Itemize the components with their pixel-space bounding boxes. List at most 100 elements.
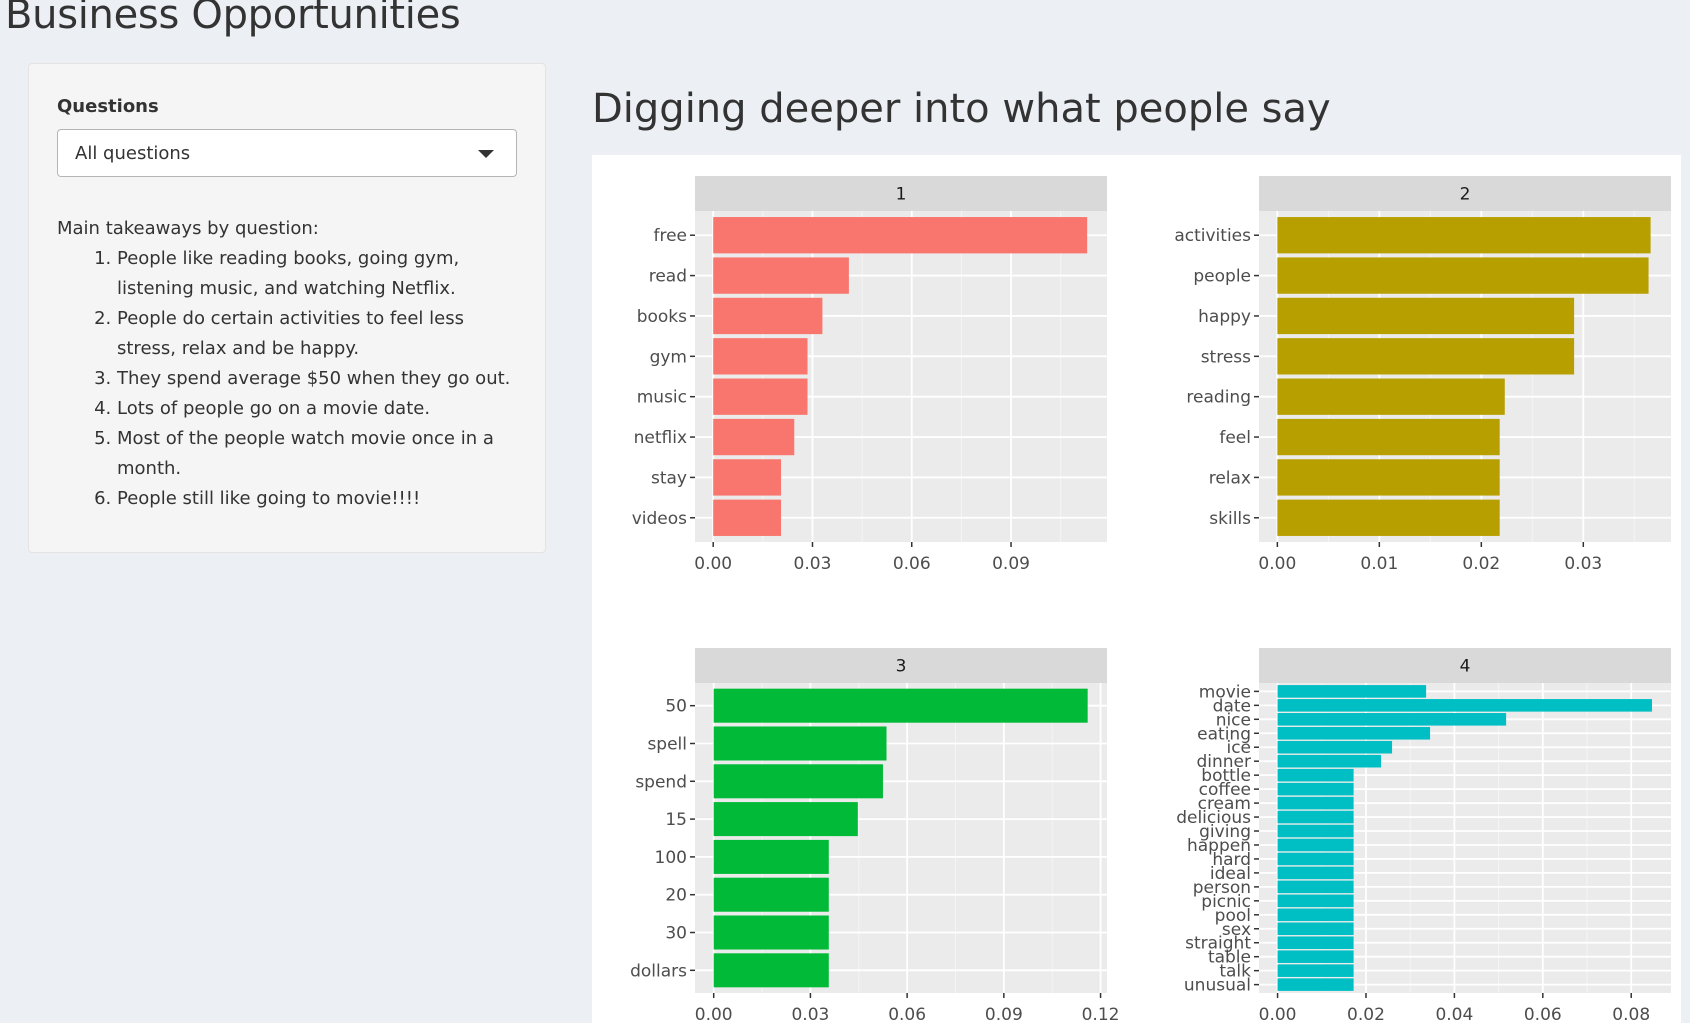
main-heading: Digging deeper into what people say [592, 86, 1331, 132]
y-tick-label: stay [651, 468, 687, 488]
bar [1277, 726, 1431, 740]
bar [713, 839, 829, 874]
takeaway-item: People do certain activities to feel les… [117, 304, 527, 364]
takeaway-item: People still like going to movie!!!! [117, 484, 527, 514]
x-tick-label: 0.12 [1082, 1005, 1120, 1023]
y-tick-label: books [637, 307, 687, 327]
y-tick-label: 20 [665, 886, 687, 906]
bar [1277, 378, 1505, 415]
x-tick-label: 0.06 [893, 554, 931, 574]
x-tick-label: 0.09 [985, 1005, 1023, 1023]
x-tick-label: 0.03 [1564, 554, 1602, 574]
y-tick-label: gym [650, 347, 687, 367]
y-tick-label: stress [1201, 347, 1251, 367]
facet-plot-svg: 1 free read books gym music netflix stay videos 0… [630, 176, 1671, 1023]
x-tick-label: 0.02 [1462, 554, 1500, 574]
bar [713, 459, 782, 496]
bar [1277, 852, 1354, 866]
x-tick-label: 0.00 [1259, 1005, 1297, 1023]
bar [1277, 699, 1652, 712]
app-title: Business Opportunities [5, 0, 461, 38]
bar [713, 297, 823, 335]
chevron-down-icon[interactable] [478, 150, 494, 158]
bar [1277, 754, 1382, 768]
y-tick-label: relax [1209, 468, 1251, 488]
bar [713, 688, 1088, 723]
facet-strip-label: 1 [896, 185, 907, 205]
y-tick-label: 100 [655, 848, 687, 868]
bar [1277, 880, 1354, 894]
x-tick-label: 0.00 [694, 554, 732, 574]
bar [1277, 499, 1500, 536]
bar [1277, 866, 1354, 880]
x-tick-label: 0.06 [1524, 1005, 1562, 1023]
bar [1277, 685, 1427, 698]
facet-plot: 1 free read books gym music netflix stay videos 0… [592, 155, 1681, 1023]
y-tick-label: dollars [630, 961, 687, 981]
y-tick-label: people [1193, 267, 1251, 287]
y-tick-label: videos [632, 509, 687, 529]
bar [713, 338, 808, 375]
y-tick-label: spell [647, 734, 687, 754]
bar [713, 499, 782, 536]
x-tick-label: 0.01 [1360, 554, 1398, 574]
y-tick-label: reading [1186, 388, 1251, 408]
takeaways-title: Main takeaways by question: [57, 218, 319, 239]
bar [1277, 740, 1393, 754]
y-tick-label: netflix [634, 428, 687, 448]
y-tick-label: unusual [1184, 976, 1251, 996]
bar [713, 953, 829, 988]
bar [713, 418, 795, 456]
bar [1277, 338, 1575, 375]
takeaway-item: People like reading books, going gym, li… [117, 244, 527, 304]
bar [1277, 796, 1354, 810]
takeaways-list: People like reading books, going gym, li… [57, 244, 527, 514]
x-tick-label: 0.03 [791, 1005, 829, 1023]
bar [1277, 257, 1649, 294]
y-tick-label: spend [635, 772, 687, 792]
y-tick-label: feel [1219, 428, 1251, 448]
bar [1277, 922, 1354, 936]
bar [713, 378, 808, 415]
y-tick-label: free [653, 226, 687, 246]
questions-select-value: All questions [75, 143, 191, 164]
y-tick-label: music [637, 388, 687, 408]
facet-strip-label: 3 [896, 657, 907, 677]
bar [1277, 297, 1575, 335]
questions-select[interactable]: All questions [57, 129, 517, 177]
x-tick-label: 0.08 [1612, 1005, 1650, 1023]
x-tick-label: 0.00 [1258, 554, 1296, 574]
x-tick-label: 0.04 [1435, 1005, 1473, 1023]
y-tick-label: 30 [665, 924, 687, 944]
y-tick-label: happy [1198, 307, 1251, 327]
bar [713, 802, 858, 837]
bar [713, 217, 1088, 254]
bar [1277, 908, 1354, 922]
bar [1277, 810, 1354, 824]
takeaway-item: Lots of people go on a movie date. [117, 394, 527, 424]
facet-strip-label: 2 [1460, 185, 1471, 205]
bar [1277, 418, 1500, 456]
y-tick-label: skills [1209, 509, 1251, 529]
bar [1277, 713, 1507, 726]
takeaways: Main takeaways by question: People like … [57, 214, 527, 514]
bar [713, 915, 829, 950]
bar [1277, 838, 1354, 852]
y-tick-label: 50 [665, 697, 687, 717]
x-tick-label: 0.02 [1347, 1005, 1385, 1023]
takeaway-item: Most of the people watch movie once in a… [117, 424, 527, 484]
bar [713, 257, 849, 294]
bar [1277, 936, 1354, 950]
bar [1277, 824, 1354, 838]
x-tick-label: 0.00 [695, 1005, 733, 1023]
bar [713, 764, 883, 799]
bar [1277, 217, 1651, 254]
x-tick-label: 0.09 [992, 554, 1030, 574]
bar [1277, 964, 1354, 977]
bar [713, 877, 829, 912]
questions-label: Questions [57, 96, 159, 117]
y-tick-label: activities [1174, 226, 1251, 246]
bar [1277, 950, 1354, 963]
bar [1277, 459, 1500, 496]
y-tick-label: read [649, 267, 687, 287]
